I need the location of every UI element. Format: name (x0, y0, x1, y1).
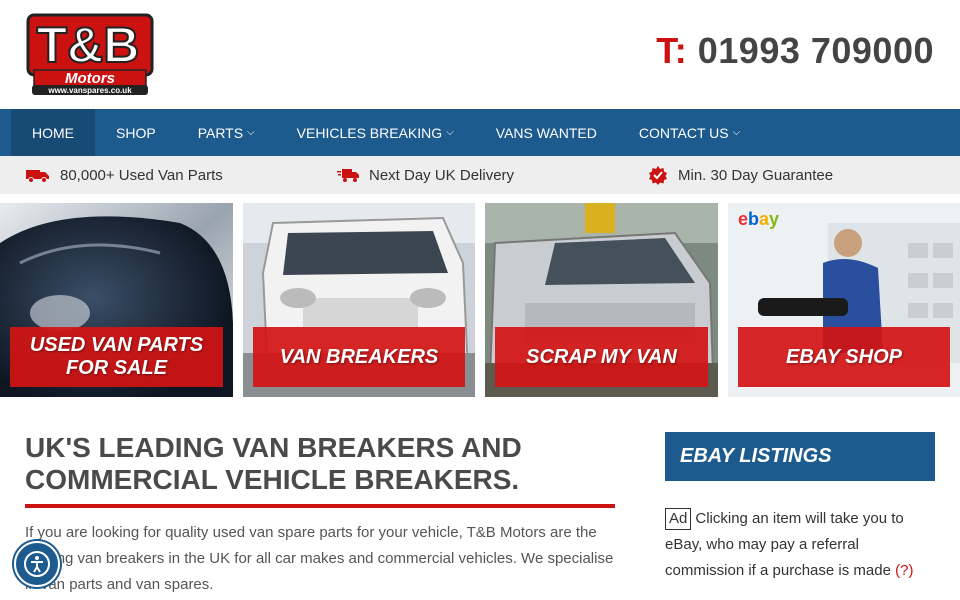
intro-paragraph: If you are looking for quality used van … (25, 524, 614, 593)
chevron-down-icon: ⌵ (732, 127, 741, 138)
usp-text: 80,000+ Used Van Parts (60, 166, 223, 184)
ebay-disclosure-text: Clicking an item will take you to eBay, … (665, 510, 904, 579)
tile-ebay-shop[interactable]: ebay EBAY SHOP (728, 203, 960, 397)
help-link[interactable]: (?) (895, 562, 913, 579)
category-tiles: USED VAN PARTS FOR SALE VAN BREAKERS SCR… (0, 203, 960, 397)
guarantee-badge-icon (649, 166, 667, 185)
chevron-down-icon: ⌵ (247, 127, 255, 138)
usp-item-guarantee: Min. 30 Day Guarantee (648, 156, 833, 194)
page-title: UK'S LEADING VAN BREAKERS AND COMMERCIAL… (25, 432, 522, 495)
nav-label: VEHICLES BREAKING (296, 124, 443, 141)
site-header: T&B Motors www.vanspares.co.uk T: 01993 … (0, 0, 960, 109)
ebay-disclosure: Ad Clicking an item will take you to eBay… (665, 506, 935, 584)
usp-text: Min. 30 Day Guarantee (678, 166, 834, 184)
usp-item-parts: 80,000+ Used Van Parts (25, 156, 223, 194)
main-nav: HOME SHOP PARTS ⌵ VEHICLES BREAKING ⌵ VANS… (0, 109, 960, 156)
ebay-listings-heading-text: EBAY LISTINGS (680, 445, 832, 467)
accessibility-icon (24, 551, 50, 577)
usp-item-delivery: Next Day UK Delivery (337, 156, 514, 194)
tile-used-van-parts[interactable]: USED VAN PARTS FOR SALE (0, 203, 233, 397)
nav-label: CONTACT US (638, 124, 729, 141)
site-logo[interactable]: T&B Motors www.vanspares.co.uk (24, 12, 154, 96)
tile-scrap-my-van[interactable]: SCRAP MY VAN (485, 203, 718, 397)
ebay-logo-icon: ebay (738, 209, 779, 229)
svg-text:www.vanspares.co.uk: www.vanspares.co.uk (47, 86, 132, 95)
usp-bar: 80,000+ Used Van Parts Next Day UK Deliv… (0, 156, 960, 194)
tile-label: USED VAN PARTS FOR SALE (10, 327, 223, 387)
phone-number[interactable]: T: 01993 709000 (656, 30, 934, 72)
ebay-listings-heading: EBAY LISTINGS (665, 432, 935, 481)
phone-digits: 01993 709000 (697, 30, 934, 71)
chevron-down-icon: ⌵ (446, 127, 454, 138)
nav-label: SHOP (116, 124, 156, 141)
phone-prefix: T: (656, 30, 688, 71)
usp-text: Next Day UK Delivery (369, 166, 515, 184)
tile-van-breakers[interactable]: VAN BREAKERS (243, 203, 475, 397)
nav-label: HOME (32, 124, 74, 141)
tile-label: VAN BREAKERS (253, 327, 465, 387)
nav-item-contact-us[interactable]: CONTACT US ⌵ (618, 109, 761, 156)
nav-label: VANS WANTED (495, 124, 597, 141)
nav-item-home[interactable]: HOME (11, 109, 95, 156)
ad-badge: Ad (665, 508, 692, 530)
svg-text:Motors: Motors (65, 70, 115, 87)
nav-item-parts[interactable]: PARTS ⌵ (177, 109, 276, 156)
accessibility-button[interactable] (14, 541, 60, 587)
nav-item-vehicles-breaking[interactable]: VEHICLES BREAKING ⌵ (276, 109, 475, 156)
tile-label: SCRAP MY VAN (495, 327, 708, 387)
tile-label: EBAY SHOP (738, 327, 950, 387)
title-divider (25, 504, 615, 508)
nav-item-shop[interactable]: SHOP (95, 109, 177, 156)
svg-text:T&B: T&B (37, 17, 140, 73)
nav-label: PARTS (197, 124, 244, 141)
van-icon (26, 170, 49, 183)
nav-item-vans-wanted[interactable]: VANS WANTED (475, 109, 618, 156)
delivery-truck-icon (337, 169, 359, 182)
